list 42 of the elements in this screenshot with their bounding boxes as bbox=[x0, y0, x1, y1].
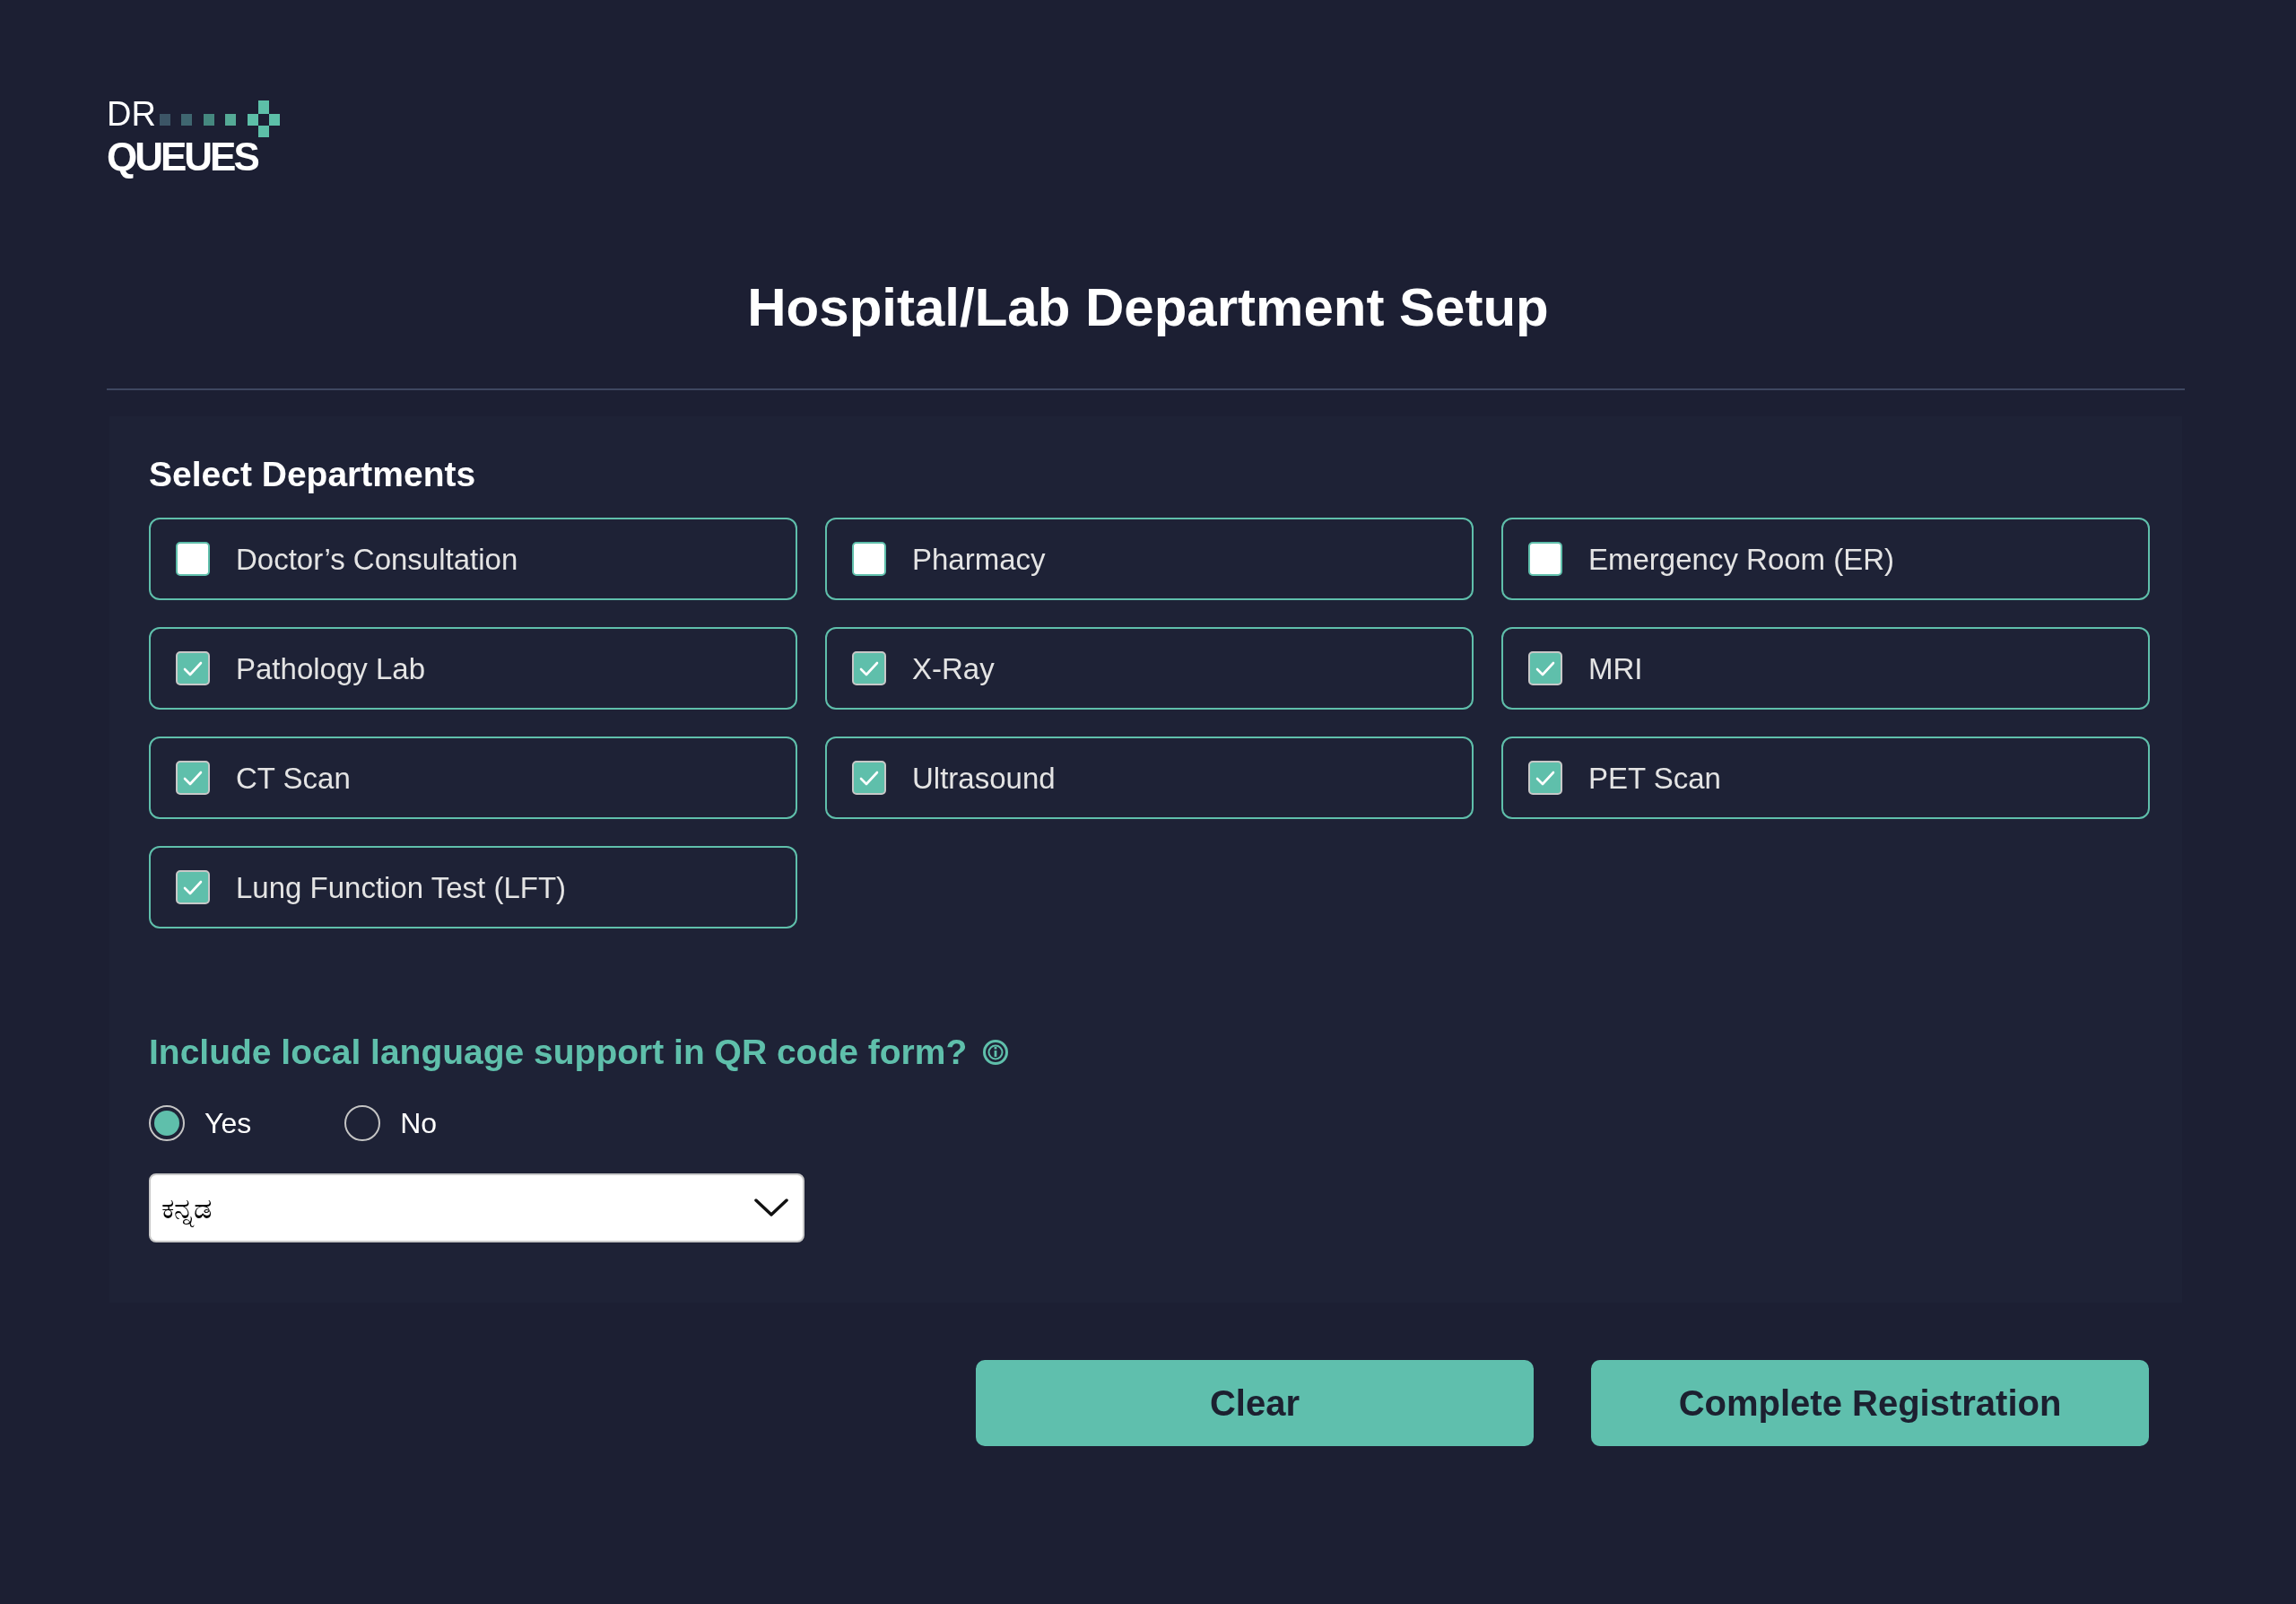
department-label: Pharmacy bbox=[912, 544, 1046, 574]
department-label: MRI bbox=[1588, 653, 1643, 684]
radio-label: No bbox=[400, 1109, 438, 1138]
submit-button[interactable]: Complete Registration bbox=[1591, 1360, 2149, 1446]
checkbox[interactable] bbox=[852, 542, 886, 576]
pixel-plus-icon bbox=[159, 100, 280, 137]
checkmark-icon bbox=[183, 879, 203, 895]
info-icon bbox=[983, 1039, 1009, 1065]
checkmark-icon bbox=[183, 660, 203, 676]
checkbox[interactable] bbox=[176, 761, 210, 795]
logo-text: DR bbox=[107, 97, 156, 131]
radio-label: Yes bbox=[204, 1109, 252, 1138]
department-label: PET Scan bbox=[1588, 763, 1721, 793]
chevron-down-icon bbox=[754, 1199, 788, 1217]
page-title: Hospital/Lab Department Setup bbox=[747, 281, 1549, 335]
department-label: X-Ray bbox=[912, 653, 995, 684]
radio-button[interactable] bbox=[344, 1105, 381, 1141]
checkbox[interactable] bbox=[1528, 651, 1562, 685]
section-heading: Select Departments bbox=[149, 457, 477, 492]
checkmark-icon bbox=[1535, 770, 1555, 786]
department-label: Ultrasound bbox=[912, 763, 1056, 793]
checkbox[interactable] bbox=[1528, 542, 1562, 576]
checkmark-icon bbox=[859, 770, 879, 786]
checkmark-icon bbox=[1535, 660, 1555, 676]
checkbox[interactable] bbox=[176, 651, 210, 685]
checkmark-icon bbox=[859, 660, 879, 676]
checkbox[interactable] bbox=[176, 870, 210, 904]
department-label: Pathology Lab bbox=[236, 653, 425, 684]
checkmark-icon bbox=[183, 770, 203, 786]
question-text: Include local language support in QR code form? bbox=[149, 1034, 968, 1069]
department-label: Doctor’s Consultation bbox=[236, 544, 518, 574]
checkbox[interactable] bbox=[176, 542, 210, 576]
checkbox[interactable] bbox=[852, 761, 886, 795]
logo-text: QUEUES bbox=[107, 137, 257, 177]
checkbox[interactable] bbox=[852, 651, 886, 685]
department-label: Emergency Room (ER) bbox=[1588, 544, 1895, 574]
radio-button[interactable] bbox=[149, 1105, 185, 1141]
department-label: CT Scan bbox=[236, 763, 351, 793]
clear-button[interactable]: Clear bbox=[976, 1360, 1534, 1446]
department-label: Lung Function Test (LFT) bbox=[236, 872, 567, 902]
checkbox[interactable] bbox=[1528, 761, 1562, 795]
language-dropdown[interactable]: ಕನ್ನಡ bbox=[149, 1173, 804, 1242]
